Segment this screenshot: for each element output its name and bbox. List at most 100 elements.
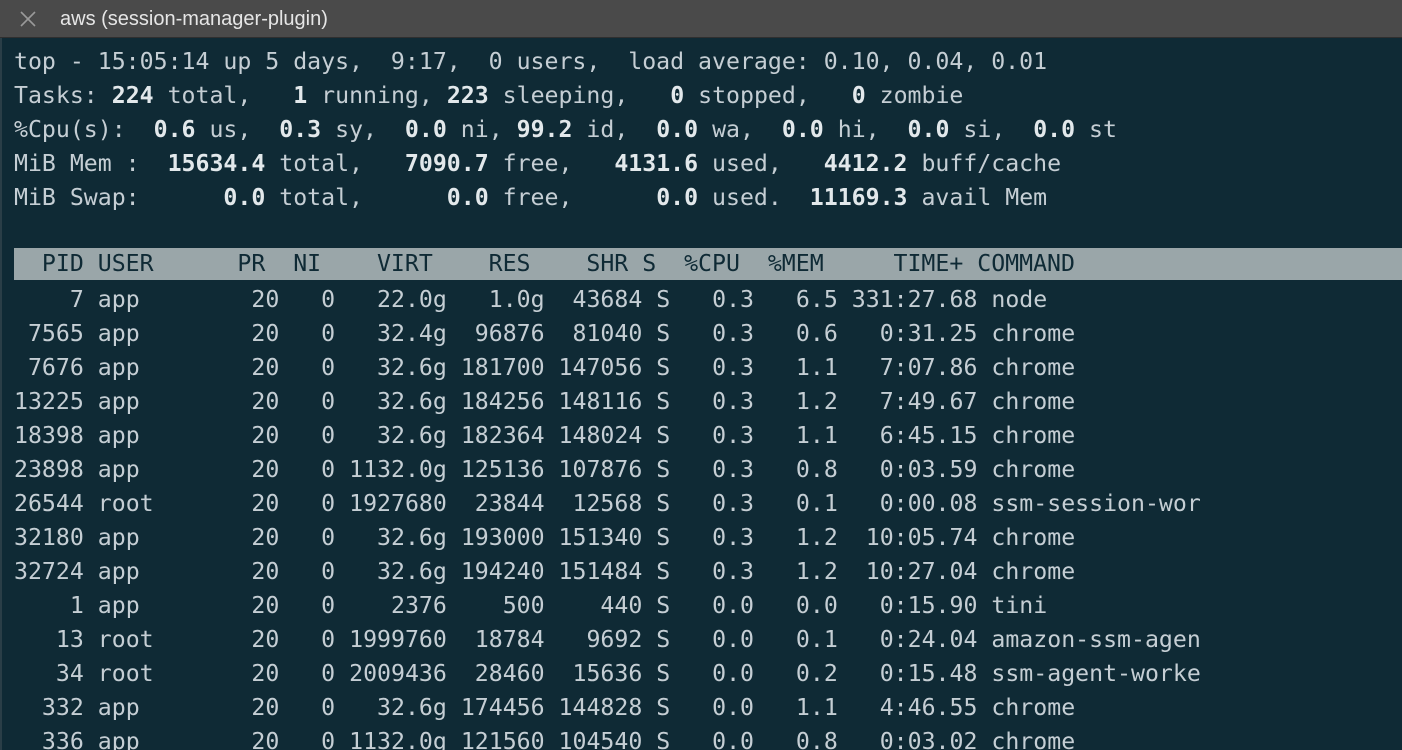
process-pr: 20 (223, 660, 280, 687)
cpu-si: 0.0 (907, 116, 950, 143)
terminal-output[interactable]: top - 15:05:14 up 5 days, 9:17, 0 users,… (0, 38, 1402, 750)
process-command: chrome (991, 456, 1076, 483)
process-row: 26544 root 20 0 1927680 23844 12568 S 0.… (14, 487, 1201, 521)
process-s: S (656, 592, 671, 619)
process-time: 0:03.02 (851, 728, 978, 750)
process-mem: 1.1 (768, 354, 838, 381)
cpu-us-label: us, (195, 116, 280, 143)
tasks-sleeping-label: sleeping, (488, 82, 671, 109)
process-mem: 0.1 (768, 490, 838, 517)
process-cpu: 0.0 (684, 626, 755, 653)
process-cpu: 0.3 (684, 286, 755, 313)
process-shr: 148024 (558, 422, 643, 449)
process-mem: 0.2 (768, 660, 838, 687)
process-s: S (656, 660, 671, 687)
process-shr: 151340 (558, 524, 643, 551)
mem-label: MiB Mem : (14, 150, 168, 177)
process-res: 1.0g (460, 286, 545, 313)
process-res: 23844 (460, 490, 545, 517)
cpu-id: 99.2 (516, 116, 573, 143)
tab-title[interactable]: aws (session-manager-plugin) (60, 0, 328, 38)
process-virt: 1132.0g (349, 456, 447, 483)
process-pr: 20 (223, 354, 280, 381)
tasks-stopped-label: stopped, (684, 82, 852, 109)
cpu-hi: 0.0 (781, 116, 824, 143)
process-s: S (656, 524, 671, 551)
mem-used-label: used, (698, 150, 824, 177)
cpu-sy: 0.3 (279, 116, 322, 143)
process-shr: 151484 (558, 558, 643, 585)
process-pr: 20 (223, 626, 280, 653)
tasks-total: 224 (111, 82, 154, 109)
process-pid: 32180 (14, 524, 84, 551)
process-time: 10:05.74 (851, 524, 978, 551)
process-pr: 20 (223, 490, 280, 517)
summary-mem-line: MiB Mem : 15634.4 total, 7090.7 free, 41… (14, 147, 1061, 181)
process-res: 193000 (460, 524, 545, 551)
process-ni: 0 (293, 660, 336, 687)
close-icon[interactable] (18, 9, 38, 29)
swap-total-label: total, (265, 184, 447, 211)
process-user: root (97, 660, 210, 687)
cpu-sy-label: sy, (321, 116, 405, 143)
tasks-running-label: running, (307, 82, 447, 109)
process-shr: 104540 (558, 728, 643, 750)
process-cpu: 0.3 (684, 388, 755, 415)
process-ni: 0 (293, 558, 336, 585)
cpu-ni-label: ni, (446, 116, 517, 143)
process-time: 10:27.04 (851, 558, 978, 585)
process-pid: 18398 (14, 422, 84, 449)
process-cpu: 0.0 (684, 728, 755, 750)
process-shr: 43684 (558, 286, 643, 313)
process-time: 0:00.08 (851, 490, 978, 517)
process-res: 28460 (460, 660, 545, 687)
process-pr: 20 (223, 286, 280, 313)
tasks-stopped: 0 (670, 82, 685, 109)
process-res: 174456 (460, 694, 545, 721)
process-command: chrome (991, 388, 1076, 415)
swap-label: MiB Swap: (14, 184, 224, 211)
process-row: 336 app 20 0 1132.0g 121560 104540 S 0.0… (14, 725, 1075, 750)
process-ni: 0 (293, 456, 336, 483)
mem-total: 15634.4 (167, 150, 266, 177)
load-average: 0.10, 0.04, 0.01 (823, 48, 1048, 75)
process-pid: 23898 (14, 456, 84, 483)
swap-used-label: used. (698, 184, 810, 211)
process-res: 18784 (460, 626, 545, 653)
process-ni: 0 (293, 728, 336, 750)
cpu-us: 0.6 (153, 116, 196, 143)
tasks-zombie: 0 (851, 82, 866, 109)
process-res: 121560 (460, 728, 545, 750)
swap-total: 0.0 (223, 184, 266, 211)
process-cpu: 0.0 (684, 592, 755, 619)
process-pid: 332 (14, 694, 84, 721)
process-s: S (656, 388, 671, 415)
process-cpu: 0.3 (684, 558, 755, 585)
process-ni: 0 (293, 592, 336, 619)
process-s: S (656, 286, 671, 313)
process-virt: 1132.0g (349, 728, 447, 750)
process-mem: 1.2 (768, 388, 838, 415)
process-row: 13225 app 20 0 32.6g 184256 148116 S 0.3… (14, 385, 1075, 419)
process-res: 96876 (460, 320, 545, 347)
process-user: app (97, 524, 210, 551)
process-command: chrome (991, 558, 1076, 585)
process-command: chrome (991, 320, 1076, 347)
process-s: S (656, 354, 671, 381)
process-user: app (97, 354, 210, 381)
process-shr: 147056 (558, 354, 643, 381)
mem-total-label: total, (265, 150, 405, 177)
mem-used: 4131.6 (614, 150, 699, 177)
process-user: app (97, 694, 210, 721)
process-command: amazon-ssm-agen (991, 626, 1201, 653)
process-shr: 12568 (558, 490, 643, 517)
process-virt: 32.6g (349, 558, 447, 585)
mem-free-label: free, (488, 150, 615, 177)
process-shr: 81040 (558, 320, 643, 347)
uptime-info: up 5 days, 9:17, 0 users, load average: (209, 48, 824, 75)
process-mem: 0.6 (768, 320, 838, 347)
process-row: 18398 app 20 0 32.6g 182364 148024 S 0.3… (14, 419, 1075, 453)
tasks-label: Tasks: (14, 82, 112, 109)
process-row: 23898 app 20 0 1132.0g 125136 107876 S 0… (14, 453, 1075, 487)
process-shr: 9692 (558, 626, 643, 653)
